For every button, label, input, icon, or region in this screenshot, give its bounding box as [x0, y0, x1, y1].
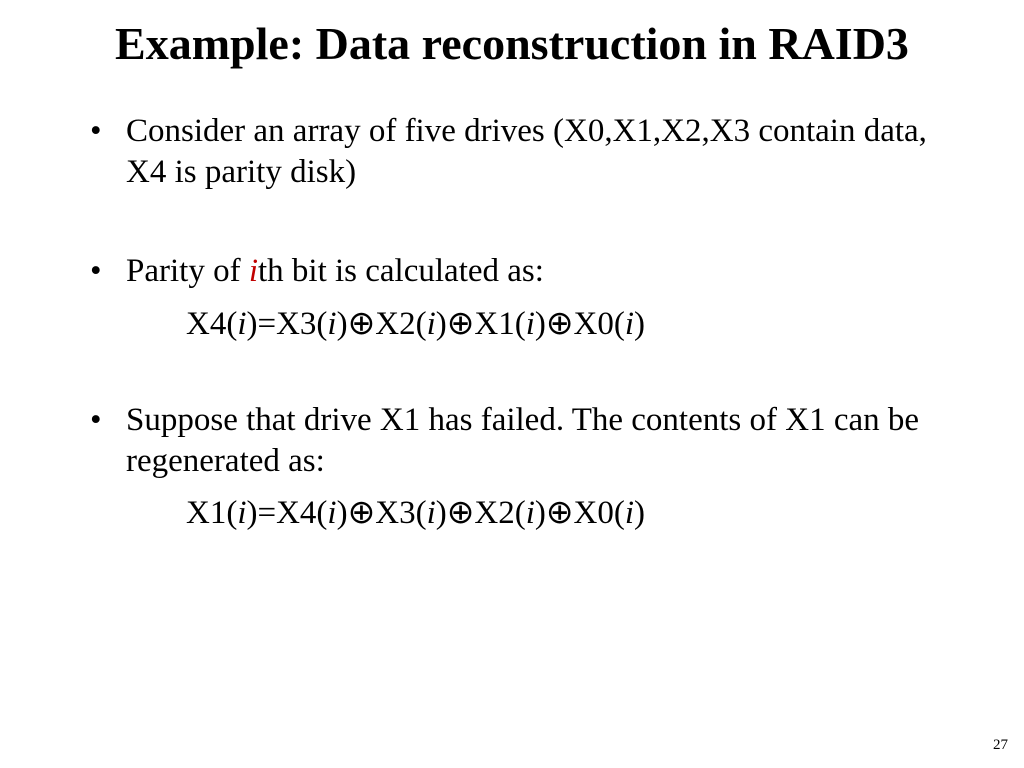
formula-text: )⊕X0(: [535, 306, 625, 342]
variable-i: i: [237, 306, 246, 342]
formula-text: )⊕X0(: [535, 495, 625, 531]
formula-text: )=X3(: [247, 306, 328, 342]
slide-title: Example: Data reconstruction in RAID3: [30, 18, 994, 71]
formula-text: )⊕X3(: [337, 495, 427, 531]
formula-text: )⊕X2(: [337, 306, 427, 342]
variable-i: i: [526, 495, 535, 531]
formula-text: )=X4(: [247, 495, 328, 531]
variable-i: i: [625, 495, 634, 531]
bullet-item-1: Consider an array of five drives (X0,X1,…: [90, 111, 974, 194]
formula-text: X1(: [186, 495, 237, 531]
formula-text: )⊕X2(: [436, 495, 526, 531]
formula-text: ): [634, 495, 645, 531]
bullet-list: Consider an array of five drives (X0,X1,…: [30, 111, 994, 194]
variable-i: i: [327, 306, 336, 342]
bullet-item-2: Parity of ith bit is calculated as:: [90, 251, 974, 292]
formula-text: X4(: [186, 306, 237, 342]
formula-text: )⊕X1(: [436, 306, 526, 342]
spacer: [30, 203, 994, 251]
page-number: 27: [993, 737, 1008, 754]
variable-i: i: [625, 306, 634, 342]
bullet-text-pre: Parity of: [126, 253, 249, 289]
variable-i: i: [327, 495, 336, 531]
bullet-item-3: Suppose that drive X1 has failed. The co…: [90, 400, 974, 483]
bullet-text-post: th bit is calculated as:: [258, 253, 544, 289]
formula-parity: X4(i)=X3(i)⊕X2(i)⊕X1(i)⊕X0(i): [30, 303, 994, 346]
formula-text: ): [634, 306, 645, 342]
variable-i: i: [427, 306, 436, 342]
variable-i: i: [427, 495, 436, 531]
variable-i: i: [237, 495, 246, 531]
formula-regeneration: X1(i)=X4(i)⊕X3(i)⊕X2(i)⊕X0(i): [30, 492, 994, 535]
variable-i: i: [526, 306, 535, 342]
spacer: [30, 356, 994, 400]
bullet-list: Suppose that drive X1 has failed. The co…: [30, 400, 994, 483]
variable-i: i: [249, 253, 258, 289]
bullet-text: Consider an array of five drives (X0,X1,…: [126, 113, 927, 190]
slide: Example: Data reconstruction in RAID3 Co…: [0, 0, 1024, 768]
bullet-list: Parity of ith bit is calculated as:: [30, 251, 994, 292]
bullet-text: Suppose that drive X1 has failed. The co…: [126, 402, 919, 479]
